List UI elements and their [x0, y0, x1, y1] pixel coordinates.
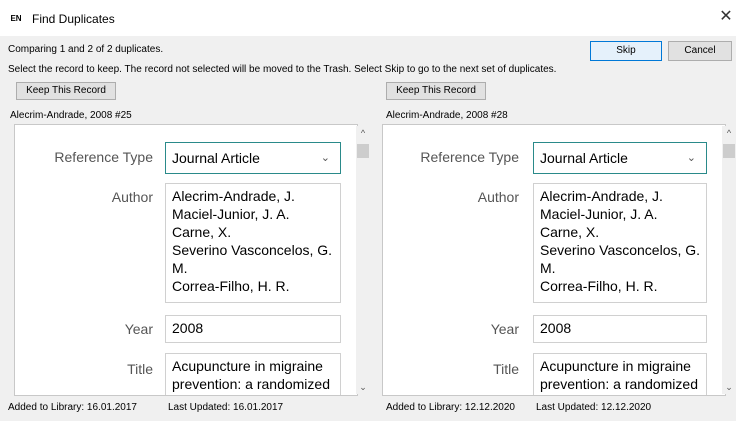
added-date-right: Added to Library: 12.12.2020 [386, 402, 515, 413]
author-line: Carne, X. [172, 224, 232, 240]
year-label: Year [124, 321, 153, 337]
author-line: Maciel-Junior, J. A. [172, 206, 290, 222]
title-line: Acupuncture in migraine [540, 358, 691, 374]
author-field[interactable]: Alecrim-Andrade, J. Maciel-Junior, J. A.… [533, 183, 707, 303]
added-date-left: Added to Library: 16.01.2017 [8, 402, 137, 413]
reference-type-label: Reference Type [420, 149, 519, 165]
reference-type-select[interactable]: Journal Article ⌄ [533, 142, 707, 174]
author-field[interactable]: Alecrim-Andrade, J. Maciel-Junior, J. A.… [165, 183, 341, 303]
author-line: Alecrim-Andrade, J. [172, 188, 295, 204]
chevron-down-icon: ⌄ [320, 152, 330, 164]
scroll-down-icon[interactable]: ⌄ [356, 380, 370, 394]
record-pane-left: Reference Type Journal Article ⌄ Author … [14, 124, 358, 396]
cancel-button[interactable]: Cancel [668, 41, 732, 61]
scroll-thumb[interactable] [357, 144, 369, 158]
author-line: Correa-Filho, H. R. [172, 278, 290, 294]
updated-date-right: Last Updated: 12.12.2020 [536, 402, 652, 413]
skip-button[interactable]: Skip [590, 41, 662, 61]
author-label: Author [477, 189, 519, 205]
scrollbar-left[interactable]: ^ ⌄ [356, 126, 370, 394]
author-label: Author [111, 189, 153, 205]
reference-type-value: Journal Article [172, 150, 260, 166]
app-icon: EN [10, 14, 22, 23]
reference-type-value: Journal Article [540, 150, 628, 166]
instructions-text: Select the record to keep. The record no… [8, 64, 557, 75]
title-line: prevention: a randomized [540, 376, 698, 392]
scroll-thumb[interactable] [723, 144, 735, 158]
author-line: Alecrim-Andrade, J. [540, 188, 663, 204]
year-label: Year [490, 321, 519, 337]
title-line: prevention: a randomized [172, 376, 330, 392]
year-field[interactable]: 2008 [165, 315, 341, 343]
scrollbar-right[interactable]: ^ ⌄ [722, 126, 736, 394]
year-field[interactable]: 2008 [533, 315, 707, 343]
reference-type-select[interactable]: Journal Article ⌄ [165, 142, 341, 174]
author-line: M. [172, 260, 188, 276]
author-line: Carne, X. [540, 224, 600, 240]
title-field[interactable]: Acupuncture in migraine prevention: a ra… [165, 353, 341, 395]
record-label-right: Alecrim-Andrade, 2008 #28 [386, 110, 508, 121]
close-icon[interactable]: ✕ [718, 8, 734, 26]
record-pane-right: Reference Type Journal Article ⌄ Author … [382, 124, 726, 396]
title-label: Title [493, 361, 519, 377]
author-line: Correa-Filho, H. R. [540, 278, 658, 294]
author-line: Severino Vasconcelos, G. [172, 242, 333, 258]
window-title: Find Duplicates [32, 12, 115, 26]
title-field[interactable]: Acupuncture in migraine prevention: a ra… [533, 353, 707, 395]
chevron-down-icon: ⌄ [686, 152, 696, 164]
keep-record-right-button[interactable]: Keep This Record [386, 82, 486, 100]
scroll-up-icon[interactable]: ^ [722, 126, 736, 140]
scroll-up-icon[interactable]: ^ [356, 126, 370, 140]
title-label: Title [127, 361, 153, 377]
author-line: Severino Vasconcelos, G. [540, 242, 701, 258]
status-text: Comparing 1 and 2 of 2 duplicates. [8, 44, 164, 55]
keep-record-left-button[interactable]: Keep This Record [16, 82, 116, 100]
reference-type-label: Reference Type [54, 149, 153, 165]
scroll-down-icon[interactable]: ⌄ [722, 380, 736, 394]
title-line: Acupuncture in migraine [172, 358, 323, 374]
author-line: M. [540, 260, 556, 276]
author-line: Maciel-Junior, J. A. [540, 206, 658, 222]
record-label-left: Alecrim-Andrade, 2008 #25 [10, 110, 132, 121]
updated-date-left: Last Updated: 16.01.2017 [168, 402, 284, 413]
